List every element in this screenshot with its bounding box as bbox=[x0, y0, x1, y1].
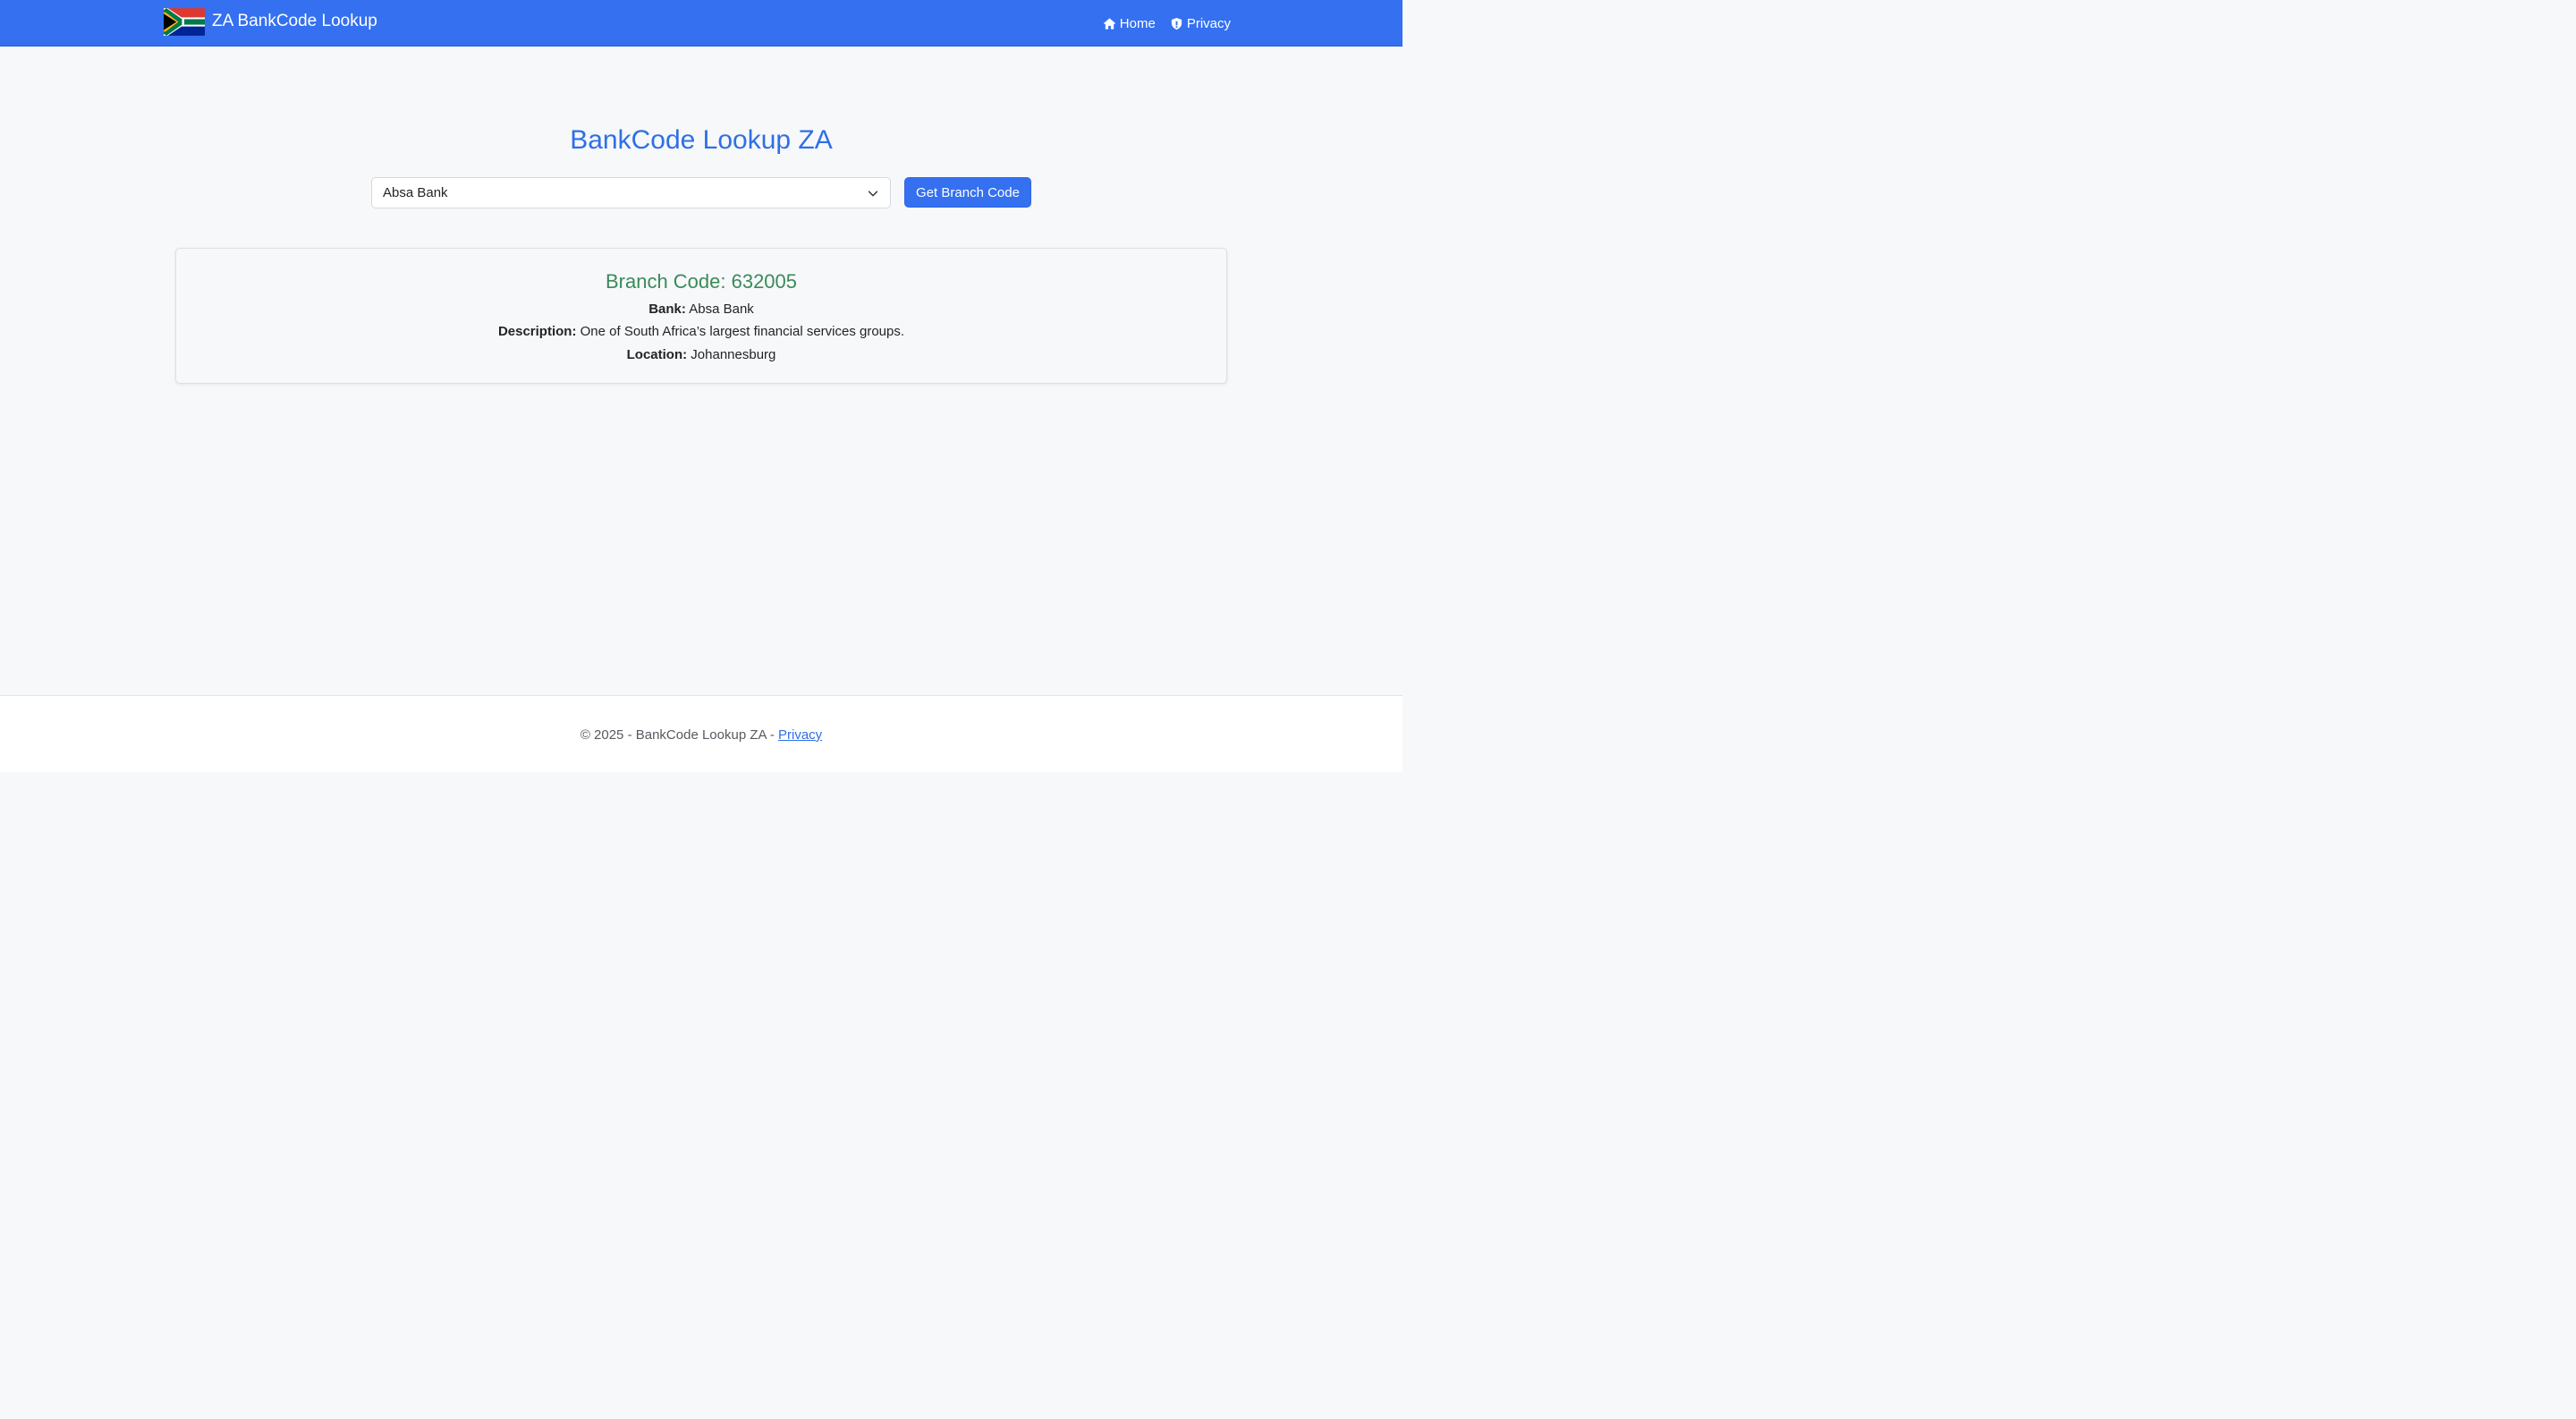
description-info-value: One of South Africa’s largest financial … bbox=[580, 324, 905, 339]
bank-select-value: Absa Bank bbox=[383, 185, 448, 200]
nav-links: Home Privacy bbox=[1103, 0, 1231, 47]
get-branch-code-button[interactable]: Get Branch Code bbox=[904, 177, 1031, 208]
brand-link[interactable]: ZA BankCode Lookup bbox=[164, 7, 377, 36]
bank-info-value: Absa Bank bbox=[689, 302, 754, 317]
branch-code-heading: Branch Code: 632005 bbox=[605, 270, 798, 293]
footer-content: © 2025 - BankCode Lookup ZA - Privacy bbox=[0, 727, 1402, 743]
bank-info: Bank: Absa Bank bbox=[176, 302, 1226, 317]
home-icon bbox=[1103, 17, 1115, 30]
description-info-label: Description: bbox=[497, 324, 577, 339]
footer: © 2025 - BankCode Lookup ZA - Privacy bbox=[0, 695, 1402, 772]
nav-privacy-link[interactable]: Privacy bbox=[1170, 16, 1231, 31]
brand-text: ZA BankCode Lookup bbox=[212, 12, 377, 30]
description-info: Description: One of South Africa’s large… bbox=[176, 324, 1226, 339]
nav-home-label: Home bbox=[1119, 15, 1156, 31]
location-info: Location: Johannesburg bbox=[176, 347, 1226, 362]
bank-select[interactable]: Absa Bank bbox=[371, 177, 891, 208]
south-africa-flag-icon bbox=[164, 7, 205, 36]
chevron-down-icon bbox=[868, 191, 878, 197]
shield-icon bbox=[1171, 17, 1182, 30]
nav-privacy-label: Privacy bbox=[1186, 15, 1231, 31]
footer-text: © 2025 - BankCode Lookup ZA - bbox=[580, 727, 778, 743]
page-title: BankCode Lookup ZA bbox=[570, 125, 833, 155]
nav-home-link[interactable]: Home bbox=[1103, 16, 1156, 31]
top-navbar: ZA BankCode Lookup Home Privacy bbox=[0, 0, 1402, 47]
location-info-value: Johannesburg bbox=[691, 347, 776, 362]
location-info-label: Location: bbox=[626, 347, 688, 362]
result-card: Branch Code: 632005 Bank: Absa Bank Desc… bbox=[175, 248, 1227, 384]
footer-privacy-link[interactable]: Privacy bbox=[778, 727, 822, 743]
bank-info-label: Bank: bbox=[648, 302, 686, 317]
